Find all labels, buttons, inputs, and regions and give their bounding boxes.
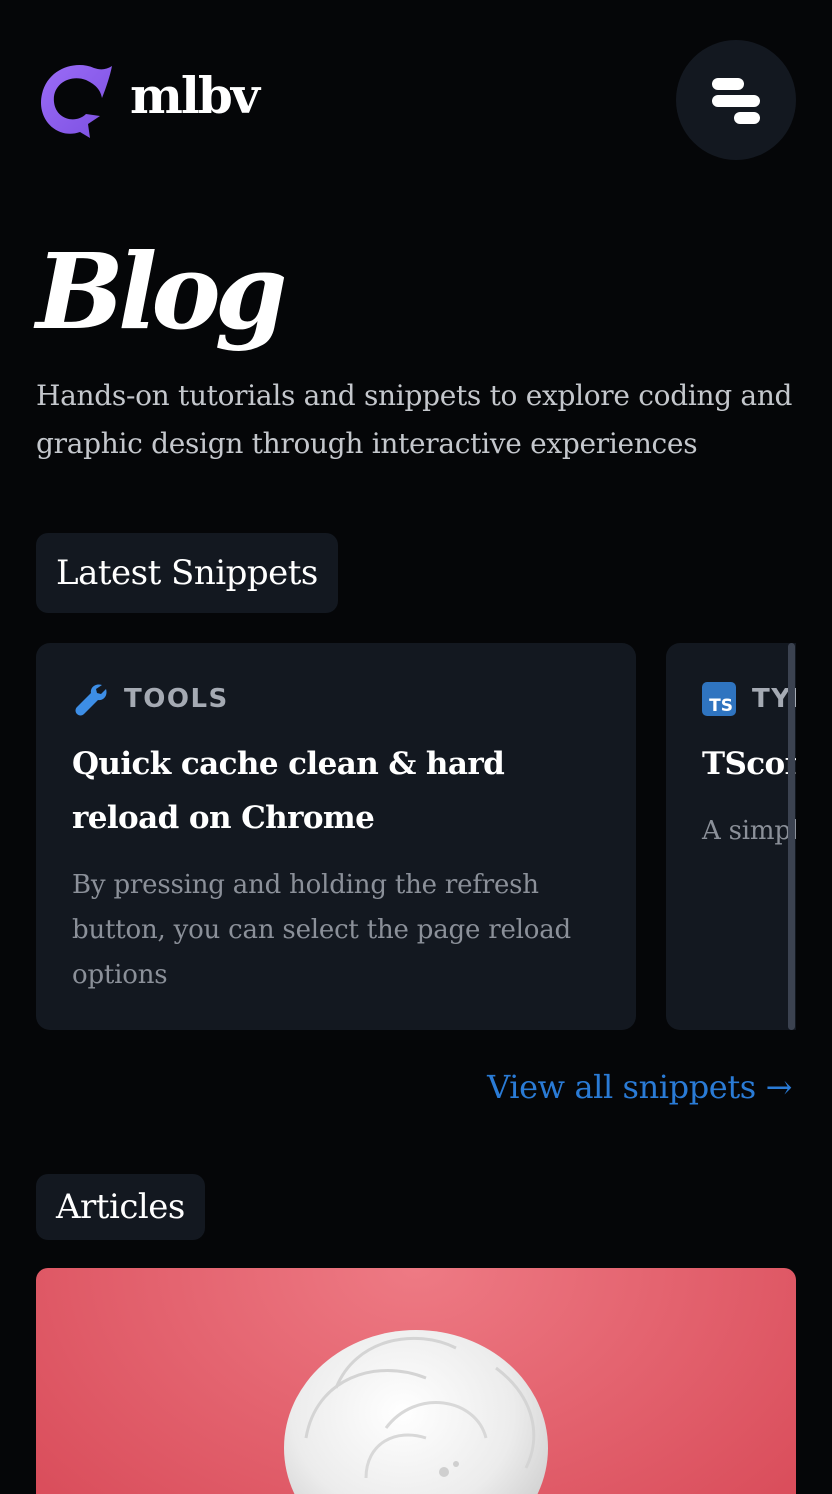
- snippet-category: TOOLS: [72, 679, 600, 719]
- snippets-carousel[interactable]: TOOLS Quick cache clean & hard reload on…: [36, 643, 796, 1030]
- carousel-scrollbar[interactable]: [788, 643, 795, 1030]
- meringue-illustration: [284, 1330, 548, 1494]
- article-cover-image[interactable]: [36, 1268, 796, 1494]
- site-logo[interactable]: mlbv: [36, 58, 260, 140]
- snippet-description: A simple TSconfig to kickstart: [702, 816, 796, 846]
- snippet-description: By pressing and holding the refresh butt…: [72, 870, 571, 990]
- snippet-category: TS TYPESCRIPT: [702, 679, 796, 719]
- snippet-title: TSconfig: [702, 746, 796, 782]
- typescript-icon: TS: [702, 682, 736, 716]
- snippet-card[interactable]: TS TYPESCRIPT TSconfig A simple TSconfig…: [666, 643, 796, 1030]
- latest-snippets-heading: Latest Snippets: [36, 533, 338, 613]
- wrench-icon: [75, 684, 107, 716]
- menu-icon-line: [712, 95, 760, 107]
- menu-button[interactable]: [676, 40, 796, 160]
- view-all-snippets-link[interactable]: View all snippets →: [487, 1064, 792, 1110]
- site-header: mlbv: [0, 0, 832, 200]
- logo-text: mlbv: [130, 66, 260, 125]
- snippet-title: Quick cache clean & hard reload on Chrom…: [72, 746, 505, 836]
- menu-icon-line: [712, 78, 744, 90]
- snippet-card[interactable]: TOOLS Quick cache clean & hard reload on…: [36, 643, 636, 1030]
- articles-heading: Articles: [36, 1174, 205, 1240]
- menu-icon-line: [734, 112, 760, 124]
- snippet-category-label: TOOLS: [124, 684, 229, 714]
- page-subtitle: Hands-on tutorials and snippets to explo…: [36, 379, 793, 460]
- page-title: Blog: [36, 230, 287, 353]
- logo-mark-icon: [40, 65, 112, 138]
